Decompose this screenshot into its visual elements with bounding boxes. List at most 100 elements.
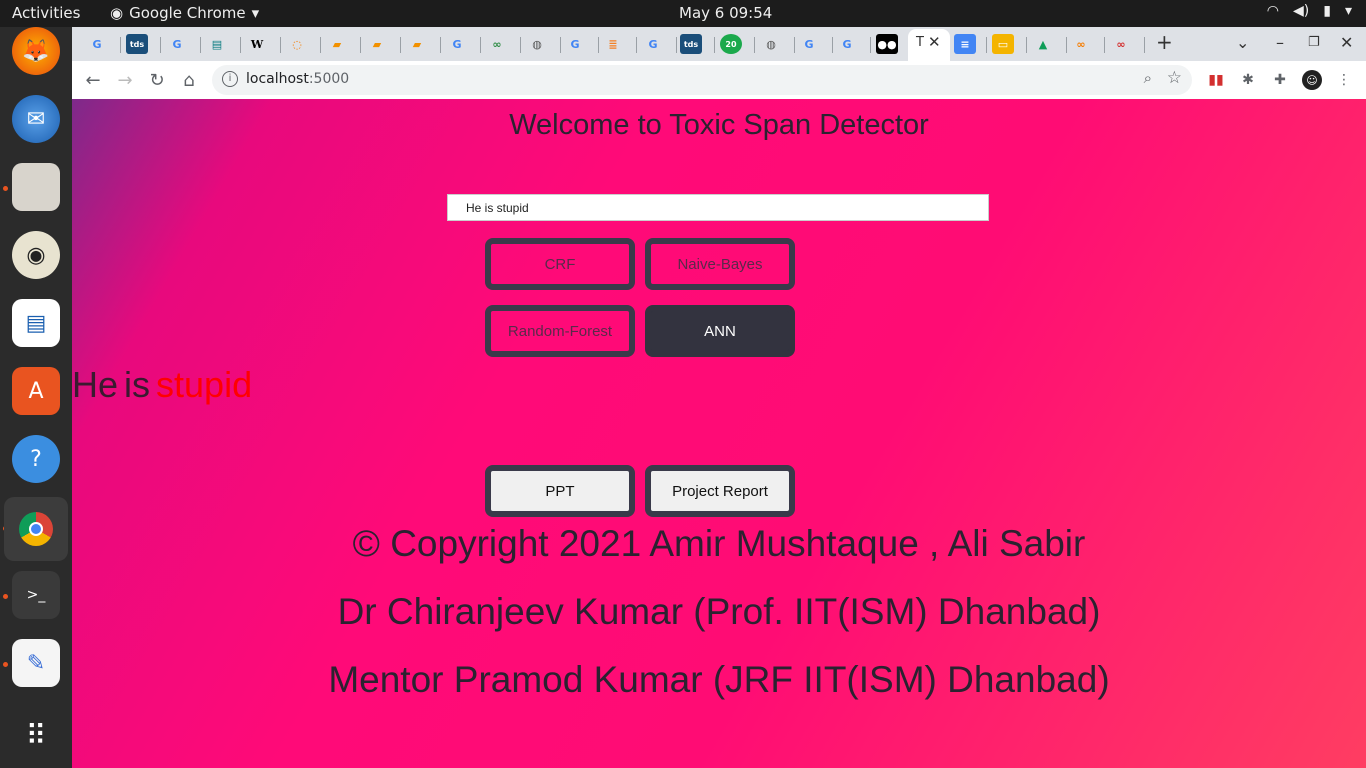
tab-separator: [240, 37, 241, 53]
tab-search-button[interactable]: ⌄: [1236, 33, 1249, 52]
tab-separator: [560, 37, 561, 53]
browser-toolbar: ← → ↻ ⌂ i localhost:5000 ⌕ ☆ ▮▮ ✱ ✚ ☺ ⋮: [72, 61, 1366, 100]
app-menu[interactable]: ◉ Google Chrome ▾: [110, 4, 259, 22]
tab-tds[interactable]: tds: [680, 34, 702, 54]
maximize-button[interactable]: ❐: [1308, 35, 1320, 50]
running-indicator: [3, 662, 8, 667]
naive-bayes-button[interactable]: Naive-Bayes: [645, 238, 795, 290]
tab-slides[interactable]: ▭: [992, 34, 1014, 54]
text-input[interactable]: [447, 194, 989, 221]
project-report-button[interactable]: Project Report: [645, 465, 795, 517]
tab-google[interactable]: G: [446, 34, 468, 54]
tab-separator: [1066, 37, 1067, 53]
home-icon[interactable]: ⌂: [176, 67, 202, 93]
terminal-icon[interactable]: >_: [12, 571, 60, 619]
reload-icon[interactable]: ↻: [144, 67, 170, 93]
text-editor-icon[interactable]: ✎: [12, 639, 60, 687]
activities-button[interactable]: Activities: [12, 4, 80, 22]
tab-separator: [598, 37, 599, 53]
app-menu-label: Google Chrome: [129, 4, 246, 22]
volume-icon: ◀): [1293, 3, 1310, 19]
extension-colorful-icon[interactable]: ▮▮: [1206, 70, 1226, 90]
writer-icon[interactable]: ▤: [12, 299, 60, 347]
tab-active-toxic-span[interactable]: T ✕: [908, 29, 950, 61]
tab-separator: [200, 37, 201, 53]
chevron-down-icon: ▾: [1344, 3, 1352, 19]
tab-book[interactable]: ▰: [366, 34, 388, 54]
tab-google[interactable]: G: [642, 34, 664, 54]
tab-google[interactable]: G: [836, 34, 858, 54]
tab-separator: [400, 37, 401, 53]
thunderbird-icon[interactable]: ✉: [12, 95, 60, 143]
bug-extension-icon[interactable]: ✱: [1238, 70, 1258, 90]
extensions-puzzle-icon[interactable]: ✚: [1270, 70, 1290, 90]
files-icon[interactable]: [12, 163, 60, 211]
running-indicator: [3, 594, 8, 599]
tab-separator: [1144, 37, 1145, 53]
ann-button[interactable]: ANN: [645, 305, 795, 357]
address-bar[interactable]: i localhost:5000 ⌕ ☆: [212, 65, 1192, 95]
chrome-small-icon: ◉: [110, 4, 124, 22]
url-port: :5000: [308, 71, 350, 87]
web-page: Welcome to Toxic Span Detector CRF Naive…: [72, 99, 1366, 768]
tab-drive[interactable]: ▲: [1032, 34, 1054, 54]
rhythmbox-icon[interactable]: ◉: [12, 231, 60, 279]
battery-icon: ▮: [1323, 3, 1331, 19]
tab-tds[interactable]: tds: [126, 34, 148, 54]
ppt-button[interactable]: PPT: [485, 465, 635, 517]
random-forest-button[interactable]: Random-Forest: [485, 305, 635, 357]
dock: 🦊 ✉ ◉ ▤ A ? >_ ✎ ⠿: [0, 27, 72, 768]
url-host: localhost: [246, 71, 309, 87]
tab-globe[interactable]: ◍: [760, 34, 782, 54]
tab-sheet[interactable]: ▤: [206, 34, 228, 54]
profile-avatar[interactable]: ☺: [1302, 70, 1322, 90]
tab-separator: [870, 37, 871, 53]
tab-google[interactable]: G: [798, 34, 820, 54]
help-icon[interactable]: ?: [12, 435, 60, 483]
tab-separator: [714, 37, 715, 53]
show-apps-icon[interactable]: ⠿: [12, 711, 60, 759]
zoom-icon[interactable]: ⌕: [1144, 69, 1152, 87]
back-arrow-icon[interactable]: ←: [80, 67, 106, 93]
system-tray[interactable]: ◠ ◀) ▮ ▾: [1267, 3, 1352, 19]
tab-separator: [676, 37, 677, 53]
kebab-menu-icon[interactable]: ⋮: [1334, 70, 1354, 90]
tab-separator: [986, 37, 987, 53]
result-token: He: [72, 364, 119, 405]
chevron-down-icon: ▾: [251, 4, 260, 22]
tab-google[interactable]: G: [564, 34, 586, 54]
system-top-bar: Activities ◉ Google Chrome ▾ May 6 09:54…: [0, 0, 1366, 27]
tab-wikipedia[interactable]: W: [246, 34, 268, 54]
mentor-line: Mentor Pramod Kumar (JRF IIT(ISM) Dhanba…: [328, 659, 1110, 700]
software-center-icon[interactable]: A: [12, 367, 60, 415]
site-info-icon[interactable]: i: [222, 71, 238, 87]
tab-book[interactable]: ▰: [326, 34, 348, 54]
tab-jupyter[interactable]: ◌: [286, 34, 308, 54]
wifi-icon: ◠: [1266, 3, 1280, 19]
tab-separator: [1026, 37, 1027, 53]
tab-coursera[interactable]: ∞: [1070, 34, 1092, 54]
tab-stackoverflow[interactable]: ≣: [602, 34, 624, 54]
forward-arrow-icon[interactable]: →: [112, 67, 138, 93]
clock[interactable]: May 6 09:54: [679, 4, 772, 22]
tab-medium[interactable]: ●●: [876, 34, 898, 54]
tab-20-icon[interactable]: 20: [720, 34, 742, 54]
crf-button[interactable]: CRF: [485, 238, 635, 290]
minimize-button[interactable]: –: [1276, 33, 1284, 52]
tab-globe[interactable]: ◍: [526, 34, 548, 54]
tab-geeksforgeeks[interactable]: ∞: [486, 34, 508, 54]
tab-separator: [440, 37, 441, 53]
tab-book[interactable]: ▰: [406, 34, 428, 54]
bookmark-star-icon[interactable]: ☆: [1167, 68, 1182, 88]
tab-google[interactable]: G: [86, 34, 108, 54]
close-window-button[interactable]: ✕: [1340, 33, 1353, 52]
copyright-line: © Copyright 2021 Amir Mushtaque , Ali Sa…: [352, 523, 1086, 564]
new-tab-button[interactable]: +: [1156, 30, 1173, 54]
tab-coursera-red[interactable]: ∞: [1110, 34, 1132, 54]
chrome-icon[interactable]: [4, 497, 68, 561]
tab-google[interactable]: G: [166, 34, 188, 54]
result-token: is: [124, 364, 151, 405]
tab-docs[interactable]: ≡: [954, 34, 976, 54]
firefox-icon[interactable]: 🦊: [12, 27, 60, 75]
close-tab-icon[interactable]: ✕: [928, 33, 941, 51]
